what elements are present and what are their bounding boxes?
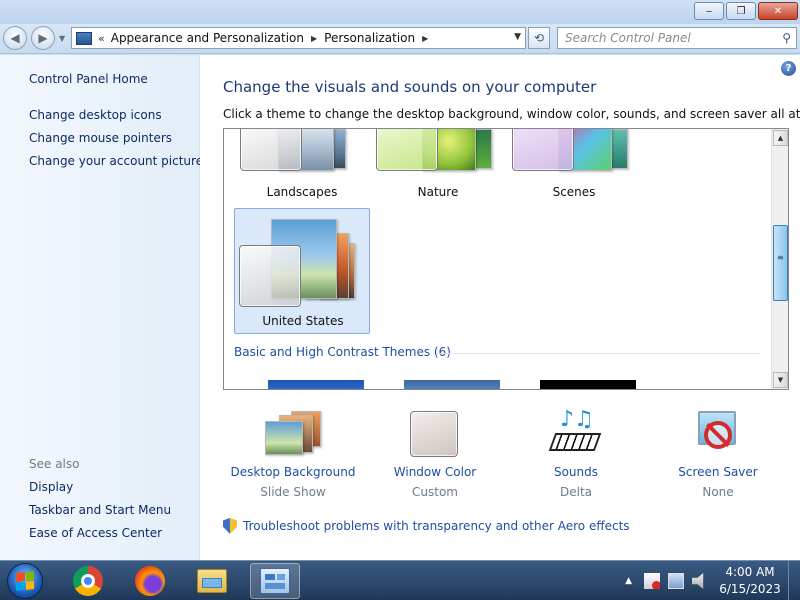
control-panel-icon	[76, 31, 92, 45]
theme-scenes[interactable]: Scenes	[506, 129, 642, 209]
address-bar[interactable]: « Appearance and Personalization ▶ Perso…	[71, 27, 526, 49]
close-button[interactable]: ✕	[758, 2, 798, 20]
breadcrumb-personalization[interactable]: Personalization	[324, 31, 415, 45]
display-link[interactable]: Display	[29, 480, 73, 494]
breadcrumb-separator-icon[interactable]: ▶	[422, 34, 428, 43]
show-hidden-icons-button[interactable]: ▲	[625, 576, 632, 586]
group-divider	[436, 353, 761, 354]
main-pane: ? Change the visuals and sounds on your …	[200, 55, 800, 560]
sounds-label[interactable]: Sounds	[506, 465, 646, 479]
clock-date: 6/15/2023	[719, 582, 781, 596]
clock-time: 4:00 AM	[725, 565, 775, 579]
theme-list[interactable]: Landscapes Nature Scenes United States B…	[223, 128, 789, 390]
uac-shield-icon	[223, 518, 237, 534]
back-button[interactable]: ◀	[3, 26, 27, 50]
page-title: Change the visuals and sounds on your co…	[223, 78, 597, 96]
theme-color-swatch	[512, 129, 574, 171]
action-center-icon[interactable]	[644, 573, 660, 589]
theme-label: Nature	[417, 185, 459, 199]
grip-icon: ≡	[777, 253, 784, 262]
explorer-taskbar-button[interactable]	[196, 565, 228, 597]
firefox-icon	[135, 566, 165, 596]
troubleshoot-label[interactable]: Troubleshoot problems with transparency …	[243, 519, 630, 533]
sounds-icon: ♪♫	[548, 407, 602, 459]
theme-label: Scenes	[552, 185, 596, 199]
forward-button[interactable]: ▶	[31, 26, 55, 50]
window-color-swatch-icon	[410, 411, 458, 457]
refresh-icon: ⟲	[533, 31, 545, 45]
sidebar: Control Panel Home Change desktop icons …	[0, 55, 203, 560]
windows-logo-icon	[16, 571, 34, 591]
scroll-down-button[interactable]: ▼	[773, 372, 788, 388]
system-tray: ▲ 4:00 AM 6/15/2023	[625, 561, 800, 600]
refresh-button[interactable]: ⟲	[528, 27, 550, 49]
show-desktop-button[interactable]	[788, 561, 800, 600]
title-bar: ‒ ❐ ✕	[0, 0, 800, 24]
address-dropdown-icon[interactable]: ▼	[514, 32, 521, 42]
theme-label: Landscapes	[266, 185, 338, 199]
change-mouse-pointers-link[interactable]: Change mouse pointers	[29, 131, 172, 145]
theme-color-swatch	[376, 129, 438, 171]
taskbar: ▲ 4:00 AM 6/15/2023	[0, 560, 800, 600]
chrome-icon	[73, 566, 103, 596]
change-desktop-icons-link[interactable]: Change desktop icons	[29, 108, 162, 122]
search-placeholder: Search Control Panel	[565, 31, 691, 45]
troubleshoot-link[interactable]: Troubleshoot problems with transparency …	[223, 518, 630, 534]
screen-saver-label[interactable]: Screen Saver	[648, 465, 788, 479]
window-color-label[interactable]: Window Color	[365, 465, 505, 479]
help-icon[interactable]: ?	[781, 61, 796, 76]
back-arrow-icon: ◀	[10, 31, 20, 45]
start-button[interactable]	[7, 563, 43, 599]
basic-themes-group-header: Basic and High Contrast Themes (6)	[234, 345, 451, 359]
firefox-taskbar-button[interactable]	[134, 565, 166, 597]
maximize-button[interactable]: ❐	[726, 2, 756, 20]
theme-united-states[interactable]: United States	[234, 208, 370, 334]
forward-arrow-icon: ▶	[38, 31, 48, 45]
window-controls: ‒ ❐ ✕	[694, 2, 798, 20]
theme-label: United States	[262, 314, 344, 328]
desktop-background-label[interactable]: Desktop Background	[223, 465, 363, 479]
screen-saver-value: None	[702, 485, 734, 499]
search-input[interactable]: Search Control Panel ⚲	[557, 27, 797, 49]
see-also-label: See also	[29, 457, 80, 471]
breadcrumb-appearance[interactable]: Appearance and Personalization	[111, 31, 304, 45]
network-icon[interactable]	[668, 573, 684, 589]
theme-windows-classic[interactable]	[404, 380, 500, 389]
minimize-button[interactable]: ‒	[694, 2, 724, 20]
chrome-taskbar-button[interactable]	[72, 565, 104, 597]
theme-color-swatch	[240, 129, 302, 171]
change-account-picture-link[interactable]: Change your account picture	[29, 154, 203, 168]
theme-landscapes[interactable]: Landscapes	[234, 129, 370, 209]
theme-nature[interactable]: Nature	[370, 129, 506, 209]
scroll-thumb[interactable]: ≡	[773, 225, 788, 301]
screen-saver-icon	[694, 409, 742, 457]
breadcrumb-separator-icon[interactable]: ▶	[311, 34, 317, 43]
control-panel-home-link[interactable]: Control Panel Home	[29, 72, 148, 86]
window-color-value: Custom	[412, 485, 458, 499]
recent-pages-dropdown[interactable]: ▼	[59, 34, 65, 43]
clock[interactable]: 4:00 AM 6/15/2023	[718, 564, 782, 598]
folder-icon	[197, 569, 227, 593]
theme-color-swatch	[239, 245, 301, 307]
search-icon[interactable]: ⚲	[782, 31, 791, 45]
breadcrumb-overflow[interactable]: «	[98, 32, 105, 45]
sounds-value: Delta	[559, 485, 592, 499]
ease-of-access-link[interactable]: Ease of Access Center	[29, 526, 162, 540]
theme-high-contrast[interactable]	[540, 380, 636, 389]
control-panel-taskbar-button[interactable]	[250, 563, 300, 599]
scroll-up-button[interactable]: ▲	[773, 130, 788, 146]
navigation-bar: ◀ ▶ ▼ « Appearance and Personalization ▶…	[0, 24, 800, 54]
page-description: Click a theme to change the desktop back…	[223, 107, 800, 121]
control-panel-icon	[260, 568, 290, 594]
taskbar-start-menu-link[interactable]: Taskbar and Start Menu	[29, 503, 171, 517]
theme-list-scrollbar[interactable]: ▲ ≡ ▼	[771, 129, 788, 389]
desktop-background-icon	[265, 409, 323, 457]
volume-muted-icon[interactable]	[692, 573, 704, 589]
desktop-background-value: Slide Show	[260, 485, 326, 499]
theme-windows-basic[interactable]	[268, 380, 364, 389]
